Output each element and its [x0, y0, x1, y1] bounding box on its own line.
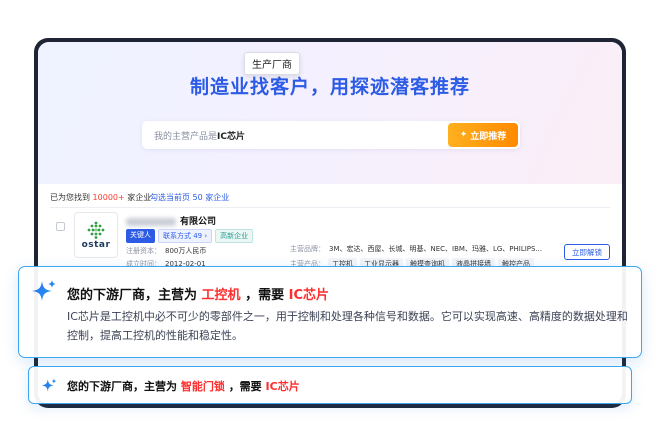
company-card[interactable]: ostar 有限公司 关键人 联系方式 49 › 高新企业 注册资本： 800万人…	[38, 208, 622, 270]
sparkle-icon	[41, 378, 57, 392]
headline-need: IC芯片	[265, 380, 300, 393]
company-name[interactable]: 有限公司	[126, 214, 216, 227]
headline-mid: ，需要	[228, 380, 262, 393]
key-person-tag[interactable]: 关键人	[126, 229, 155, 243]
capital-info: 注册资本： 800万人民币	[126, 246, 206, 256]
select-checkbox[interactable]	[56, 222, 65, 231]
select-page-link[interactable]: 勾选当前页 50 家企业	[150, 192, 229, 203]
brands-label: 主营品牌：	[290, 245, 325, 253]
search-input[interactable]: 我的主营产品是IC芯片	[154, 129, 245, 142]
company-logo: ostar	[74, 212, 118, 258]
callout-description: IC芯片是工控机中必不可少的零部件之一，用于控制和处理各种信号和数据。它可以实现…	[67, 310, 628, 342]
callout-headline: 您的下游厂商，主营为 工控机 ，需要 IC芯片	[67, 284, 329, 303]
headline-prefix: 您的下游厂商，主营为	[67, 288, 198, 303]
sparkle-icon: ✦	[459, 130, 468, 140]
headline-need: IC芯片	[288, 288, 330, 303]
logo-mark-icon	[87, 221, 105, 239]
sparkle-icon	[32, 280, 56, 301]
recommendation-callout: 您的下游厂商，主营为 工控机 ，需要 IC芯片 IC芯片是工控机中必不可少的零部…	[18, 266, 642, 358]
headline-product: 智能门锁	[180, 380, 225, 393]
result-count-suffix: 家企业	[127, 193, 152, 202]
producer-tooltip: 生产厂商	[244, 52, 300, 75]
capital-label: 注册资本：	[126, 247, 161, 255]
hero-title: 制造业找客户，用探迹潜客推荐	[189, 76, 470, 98]
recommend-button-label: 立即推荐	[470, 131, 507, 142]
search-bar: 我的主营产品是IC芯片 ✦ 立即推荐	[142, 121, 520, 149]
headline-product: 工控机	[201, 288, 241, 303]
result-count-prefix: 已为您找到	[50, 193, 90, 202]
search-prefix-label: 我的主营产品是	[154, 132, 218, 142]
logo-text: ostar	[81, 239, 111, 250]
headline-mid: ，需要	[245, 288, 285, 303]
secondary-headline: 您的下游厂商，主营为 智能门锁 ，需要 IC芯片	[67, 378, 300, 394]
headline-prefix: 您的下游厂商，主营为	[67, 380, 177, 393]
search-keyword: IC芯片	[217, 132, 245, 142]
secondary-callout: 您的下游厂商，主营为 智能门锁 ，需要 IC芯片	[28, 366, 632, 404]
capital-value: 800万人民币	[165, 247, 207, 255]
company-tags: 关键人 联系方式 49 › 高新企业	[126, 229, 254, 243]
high-tech-tag: 高新企业	[215, 229, 254, 243]
brands-value: 3M、宏达、西屋、长城、明基、NEC、IBM、玛雅、LG、PHILIPS...	[329, 245, 543, 253]
brands-info: 主营品牌： 3M、宏达、西屋、长城、明基、NEC、IBM、玛雅、LG、PHILIP…	[290, 244, 542, 254]
result-count-number: 10000+	[92, 193, 125, 202]
redacted-name	[126, 217, 176, 226]
recommend-button[interactable]: ✦ 立即推荐	[448, 123, 518, 147]
unlock-button[interactable]: 立即解锁	[564, 244, 610, 260]
company-name-suffix: 有限公司	[180, 217, 217, 227]
contact-tag[interactable]: 联系方式 49 ›	[158, 229, 213, 243]
result-count: 已为您找到 10000+ 家企业	[50, 192, 151, 203]
hero-banner: 制造业找客户，用探迹潜客推荐 我的主营产品是IC芯片 ✦ 立即推荐	[38, 42, 622, 184]
